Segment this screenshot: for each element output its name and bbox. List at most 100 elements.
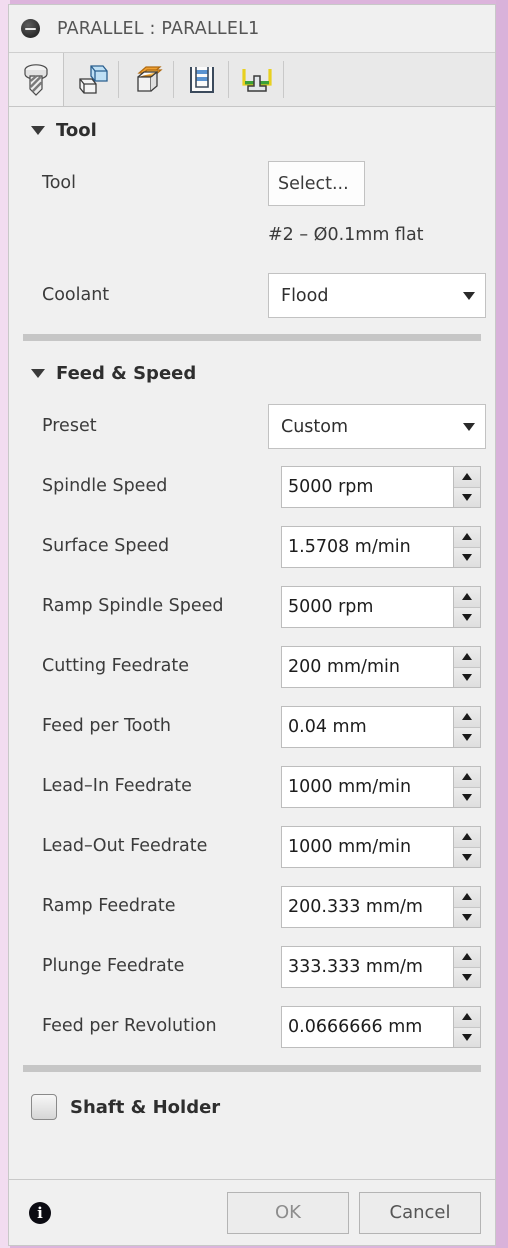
spinner-buttons[interactable]: [453, 886, 481, 928]
spinner-buttons[interactable]: [453, 646, 481, 688]
spinner-up-button[interactable]: [454, 647, 480, 667]
triangle-down-icon: [462, 973, 472, 981]
tab-passes[interactable]: [174, 53, 229, 106]
triangle-down-icon: [462, 553, 472, 561]
spinner-buttons[interactable]: [453, 466, 481, 508]
spinner-down-button[interactable]: [454, 786, 480, 807]
coolant-select[interactable]: Flood: [268, 273, 486, 318]
spinner-up-button[interactable]: [454, 467, 480, 487]
tool-description: #2 – Ø0.1mm flat: [268, 225, 424, 245]
label-cutting-feedrate: Cutting Feedrate: [42, 656, 189, 676]
spinner-down-button[interactable]: [454, 1026, 480, 1047]
label-lead-out-feedrate: Lead–Out Feedrate: [42, 836, 208, 856]
preset-select[interactable]: Custom: [268, 404, 486, 449]
feed-per-revolution-input[interactable]: 0.0666666 mm: [281, 1006, 453, 1048]
spinner-ramp-spindle-speed[interactable]: 5000 rpm: [281, 586, 481, 628]
settings-scroll-area[interactable]: Tool Tool Select... #2 – Ø0.1mm flat Coo…: [9, 107, 495, 1179]
spinner-down-button[interactable]: [454, 666, 480, 687]
triangle-down-icon: [462, 793, 472, 801]
tab-tool[interactable]: [9, 53, 64, 106]
spinner-surface-speed[interactable]: 1.5708 m/min: [281, 526, 481, 568]
spinner-down-button[interactable]: [454, 486, 480, 507]
spinner-up-button[interactable]: [454, 767, 480, 787]
spinner-up-button[interactable]: [454, 887, 480, 907]
cancel-button[interactable]: Cancel: [359, 1191, 481, 1234]
tool-select-button[interactable]: Select...: [268, 161, 365, 206]
label-tool: Tool: [42, 173, 76, 193]
spinner-up-button[interactable]: [454, 947, 480, 967]
minus-circle-icon[interactable]: [21, 19, 40, 38]
spinner-down-button[interactable]: [454, 606, 480, 627]
spinner-lead-out-feedrate[interactable]: 1000 mm/min: [281, 826, 481, 868]
triangle-down-icon: [462, 493, 472, 501]
section-header-shaft-holder[interactable]: Shaft & Holder: [9, 1081, 495, 1133]
tab-geometry[interactable]: [64, 53, 119, 106]
ok-button[interactable]: OK: [227, 1191, 349, 1234]
spinner-down-button[interactable]: [454, 546, 480, 567]
label-feed-per-tooth: Feed per Tooth: [42, 716, 172, 736]
ramp-feedrate-input[interactable]: 200.333 mm/m: [281, 886, 453, 928]
shaft-holder-checkbox[interactable]: [31, 1094, 57, 1120]
tab-linking[interactable]: [229, 53, 284, 106]
spinner-down-button[interactable]: [454, 726, 480, 747]
spinner-up-button[interactable]: [454, 827, 480, 847]
surface-speed-input[interactable]: 1.5708 m/min: [281, 526, 453, 568]
spinner-feed-per-revolution[interactable]: 0.0666666 mm: [281, 1006, 481, 1048]
spinner-up-button[interactable]: [454, 707, 480, 727]
row-ramp-spindle-speed: Ramp Spindle Speed 5000 rpm: [9, 576, 495, 636]
label-lead-in-feedrate: Lead–In Feedrate: [42, 776, 192, 796]
spinner-buttons[interactable]: [453, 526, 481, 568]
spinner-feed-per-tooth[interactable]: 0.04 mm: [281, 706, 481, 748]
section-header-feed-speed[interactable]: Feed & Speed: [9, 350, 495, 396]
section-title-tool: Tool: [56, 119, 97, 141]
ramp-spindle-speed-input[interactable]: 5000 rpm: [281, 586, 453, 628]
spindle-speed-input[interactable]: 5000 rpm: [281, 466, 453, 508]
row-feed-per-revolution: Feed per Revolution 0.0666666 mm: [9, 996, 495, 1056]
triangle-up-icon: [462, 953, 472, 961]
spinner-spindle-speed[interactable]: 5000 rpm: [281, 466, 481, 508]
spinner-up-button[interactable]: [454, 1007, 480, 1027]
row-cutting-feedrate: Cutting Feedrate 200 mm/min: [9, 636, 495, 696]
parallel-dialog-window: PARALLEL : PARALLEL1 Tool Tool Select...…: [8, 4, 496, 1246]
spinner-buttons[interactable]: [453, 706, 481, 748]
triangle-up-icon: [462, 653, 472, 661]
dialog-footer: i OK Cancel: [9, 1179, 495, 1245]
row-coolant: Coolant Flood: [9, 265, 495, 325]
spinner-buttons[interactable]: [453, 586, 481, 628]
row-feed-per-tooth: Feed per Tooth 0.04 mm: [9, 696, 495, 756]
triangle-up-icon: [462, 593, 472, 601]
title-bar: PARALLEL : PARALLEL1: [9, 5, 495, 53]
feed-per-tooth-input[interactable]: 0.04 mm: [281, 706, 453, 748]
spinner-buttons[interactable]: [453, 946, 481, 988]
triangle-down-icon: [462, 613, 472, 621]
spinner-cutting-feedrate[interactable]: 200 mm/min: [281, 646, 481, 688]
plunge-feedrate-input[interactable]: 333.333 mm/m: [281, 946, 453, 988]
spinner-ramp-feedrate[interactable]: 200.333 mm/m: [281, 886, 481, 928]
lead-in-feedrate-input[interactable]: 1000 mm/min: [281, 766, 453, 808]
section-header-tool[interactable]: Tool: [9, 107, 495, 153]
triangle-up-icon: [462, 1013, 472, 1021]
spinner-lead-in-feedrate[interactable]: 1000 mm/min: [281, 766, 481, 808]
cutting-feedrate-input[interactable]: 200 mm/min: [281, 646, 453, 688]
coolant-value: Flood: [281, 285, 329, 306]
spinner-down-button[interactable]: [454, 846, 480, 867]
chevron-down-icon: [463, 422, 475, 431]
spinner-plunge-feedrate[interactable]: 333.333 mm/m: [281, 946, 481, 988]
spinner-down-button[interactable]: [454, 906, 480, 927]
label-surface-speed: Surface Speed: [42, 536, 170, 556]
info-circle-icon[interactable]: i: [29, 1201, 51, 1224]
desktop-right-strip: [496, 0, 508, 1248]
spinner-buttons[interactable]: [453, 826, 481, 868]
label-ramp-spindle-speed: Ramp Spindle Speed: [42, 596, 224, 616]
tab-heights[interactable]: [119, 53, 174, 106]
spinner-up-button[interactable]: [454, 587, 480, 607]
spinner-buttons[interactable]: [453, 1006, 481, 1048]
label-feed-per-revolution: Feed per Revolution: [42, 1016, 217, 1036]
spinner-buttons[interactable]: [453, 766, 481, 808]
lead-out-feedrate-input[interactable]: 1000 mm/min: [281, 826, 453, 868]
green-yellow-boundary-icon: [239, 64, 275, 96]
spinner-down-button[interactable]: [454, 966, 480, 987]
row-ramp-feedrate: Ramp Feedrate 200.333 mm/m: [9, 876, 495, 936]
spinner-up-button[interactable]: [454, 527, 480, 547]
triangle-down-icon: [462, 913, 472, 921]
